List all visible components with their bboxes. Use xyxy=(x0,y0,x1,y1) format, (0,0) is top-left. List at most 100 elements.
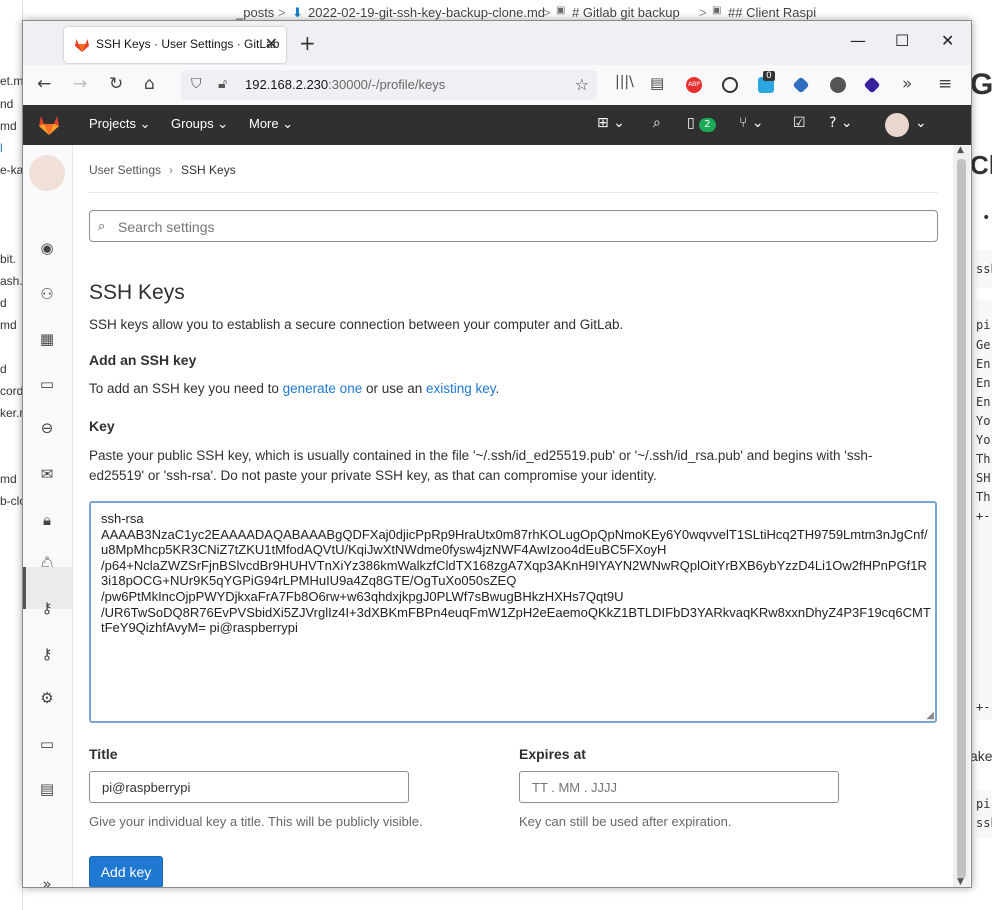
key-help-text: Paste your public SSH key, which is usua… xyxy=(89,448,873,483)
minimize-icon[interactable]: — xyxy=(850,31,866,50)
gitlab-favicon-icon xyxy=(75,39,89,52)
add-key-heading: Add an SSH key xyxy=(89,352,197,368)
extension-icon[interactable] xyxy=(830,77,846,93)
gitlab-top-nav: Projects ⌄ Groups ⌄ More ⌄ ⊞ ⌄ ⌕ ▯ 2 ⑂ ⌄… xyxy=(23,105,971,145)
help-icon[interactable]: ? ⌄ xyxy=(829,115,853,131)
title-field[interactable] xyxy=(89,771,409,803)
breadcrumb: User Settings › SSH Keys xyxy=(89,163,236,177)
gpg-key-icon[interactable]: ⚷ xyxy=(37,645,57,665)
bg-path-heading2[interactable]: ## Client Raspi xyxy=(728,5,816,20)
close-tab-icon[interactable]: ✕ xyxy=(265,34,278,53)
groups-menu[interactable]: Groups ⌄ xyxy=(171,116,228,132)
tab-bar: SSH Keys · User Settings · GitLab ✕ + — … xyxy=(23,21,971,65)
key-textarea[interactable]: ssh-rsa AAAAB3NzaC1yc2EAAAADAQABAAABgQDF… xyxy=(99,509,933,718)
page-scrollbar[interactable]: ▲ ▼ xyxy=(953,145,970,887)
emails-icon[interactable]: ✉ xyxy=(37,465,57,485)
intro-text: SSH keys allow you to establish a secure… xyxy=(89,317,624,332)
applications-icon[interactable]: ▦ xyxy=(37,330,57,350)
add-key-button[interactable]: Add key xyxy=(89,856,163,887)
merge-requests-icon[interactable]: ⑂ ⌄ xyxy=(739,115,764,131)
shield-icon[interactable]: ⛉ xyxy=(191,76,202,92)
page-title: SSH Keys xyxy=(89,281,185,304)
sidebar-avatar[interactable] xyxy=(29,155,65,191)
scrollbar-thumb[interactable] xyxy=(957,159,966,879)
resize-handle-icon[interactable]: ◢ xyxy=(926,710,934,721)
password-lock-icon[interactable]: 🔒︎ xyxy=(37,511,57,531)
scroll-down-icon[interactable]: ▼ xyxy=(957,877,964,887)
background-preview-pane: G Cl • ssh pi Ge En En En Yo Yo Th SH Th… xyxy=(970,0,992,910)
account-icon[interactable]: ⚇ xyxy=(37,285,57,305)
reload-icon[interactable]: ↻ xyxy=(109,74,123,94)
close-window-icon[interactable]: ✕ xyxy=(941,31,954,50)
background-footer xyxy=(220,888,970,910)
browser-window: SSH Keys · User Settings · GitLab ✕ + — … xyxy=(22,20,972,888)
breadcrumb-user-settings[interactable]: User Settings xyxy=(89,163,161,177)
navigation-toolbar: ← → ↻ ⌂ ⛉ 🔓︎ 192.168.2.230:30000/-/profi… xyxy=(23,65,971,105)
hamburger-menu-icon[interactable]: ≡ xyxy=(938,74,952,94)
extension-badge: 0 xyxy=(763,71,775,81)
title-label: Title xyxy=(89,746,118,762)
sidebar-toggle-icon[interactable]: ▤ xyxy=(650,74,664,92)
chat-icon[interactable]: ▭ xyxy=(37,375,57,395)
title-input[interactable] xyxy=(100,779,384,796)
extension-icon[interactable] xyxy=(863,76,881,94)
home-icon[interactable]: ⌂ xyxy=(144,74,155,94)
generate-one-link[interactable]: generate one xyxy=(283,381,363,396)
new-tab-icon[interactable]: + xyxy=(299,31,316,55)
existing-key-link[interactable]: existing key xyxy=(426,381,496,396)
forward-icon[interactable]: → xyxy=(73,74,87,94)
library-icon[interactable]: |||\ xyxy=(615,74,634,90)
preferences-icon[interactable]: ⚙ xyxy=(37,689,57,709)
search-icon: ⌕ xyxy=(98,218,106,233)
authentication-log-icon[interactable]: ▤ xyxy=(37,780,57,800)
mr-count-badge: 2 xyxy=(699,118,716,132)
collapse-sidebar-icon[interactable]: » xyxy=(37,875,57,887)
key-label: Key xyxy=(89,418,115,434)
tab-title: SSH Keys · User Settings · GitLab xyxy=(96,37,280,51)
heading-icon: ▣ xyxy=(712,5,722,16)
title-help-text: Give your individual key a title. This w… xyxy=(89,814,423,829)
background-editor-breadcrumb: _posts > ⬇ 2022-02-19-git-ssh-key-backup… xyxy=(220,0,992,22)
bg-path-posts[interactable]: _posts xyxy=(236,5,274,20)
ssh-key-icon[interactable]: ⚷ xyxy=(37,599,57,619)
bookmark-star-icon[interactable]: ☆ xyxy=(575,75,589,94)
profile-icon[interactable]: ◉ xyxy=(37,239,57,259)
gitlab-logo-icon[interactable] xyxy=(37,113,61,137)
extension-icon[interactable] xyxy=(722,77,738,93)
extension-icon[interactable] xyxy=(792,76,810,94)
issues-icon[interactable]: ▯ 2 xyxy=(687,115,716,132)
new-item-icon[interactable]: ⊞ ⌄ xyxy=(597,115,625,131)
overflow-menu-icon[interactable]: » xyxy=(902,74,912,94)
access-tokens-icon[interactable]: ⊖ xyxy=(37,419,57,439)
back-icon[interactable]: ← xyxy=(37,74,51,94)
expires-field[interactable] xyxy=(519,771,839,803)
expires-input[interactable] xyxy=(530,779,814,796)
active-sessions-icon[interactable]: ▭ xyxy=(37,735,57,755)
active-tab[interactable]: SSH Keys · User Settings · GitLab ✕ xyxy=(64,27,286,63)
address-bar[interactable]: ⛉ 🔓︎ 192.168.2.230:30000/-/profile/keys … xyxy=(181,70,597,100)
chevron-right-icon: › xyxy=(169,163,174,177)
breadcrumb-ssh-keys[interactable]: SSH Keys xyxy=(181,163,236,177)
background-file-list: et.m nd md l e-ka bit. ash. d md d cord … xyxy=(0,0,23,910)
adblock-extension-icon[interactable]: ABP xyxy=(686,77,702,93)
scroll-up-icon[interactable]: ▲ xyxy=(957,145,964,155)
expires-label: Expires at xyxy=(519,746,586,762)
search-icon[interactable]: ⌕ xyxy=(653,115,661,131)
download-icon: ⬇ xyxy=(292,5,303,20)
chevron-down-icon[interactable]: ⌄ xyxy=(915,115,927,131)
search-settings-input[interactable] xyxy=(116,216,920,238)
bg-path-file[interactable]: 2022-02-19-git-ssh-key-backup-clone.md xyxy=(308,5,545,20)
search-settings-box[interactable]: ⌕ xyxy=(89,210,938,242)
maximize-icon[interactable]: ☐ xyxy=(895,31,909,50)
key-textarea-box[interactable]: ssh-rsa AAAAB3NzaC1yc2EAAAADAQABAAABgQDF… xyxy=(89,501,937,723)
url-text[interactable]: 192.168.2.230:30000/-/profile/keys xyxy=(245,77,445,92)
settings-content: User Settings › SSH Keys ⌕ SSH Keys SSH ke… xyxy=(89,145,939,887)
expires-help-text: Key can still be used after expiration. xyxy=(519,814,732,829)
bg-path-heading1[interactable]: # Gitlab git backup xyxy=(572,5,680,20)
projects-menu[interactable]: Projects ⌄ xyxy=(89,116,150,132)
more-menu[interactable]: More ⌄ xyxy=(249,116,293,132)
user-avatar[interactable] xyxy=(885,113,909,137)
todos-icon[interactable]: ☑ xyxy=(793,115,806,131)
settings-sidebar: ◉ ⚇ ▦ ▭ ⊖ ✉ 🔒︎ 🔔︎ ⚷ ⚷ ⚙ ▭ ▤ » xyxy=(23,145,73,887)
insecure-lock-icon[interactable]: 🔓︎ xyxy=(218,76,227,92)
